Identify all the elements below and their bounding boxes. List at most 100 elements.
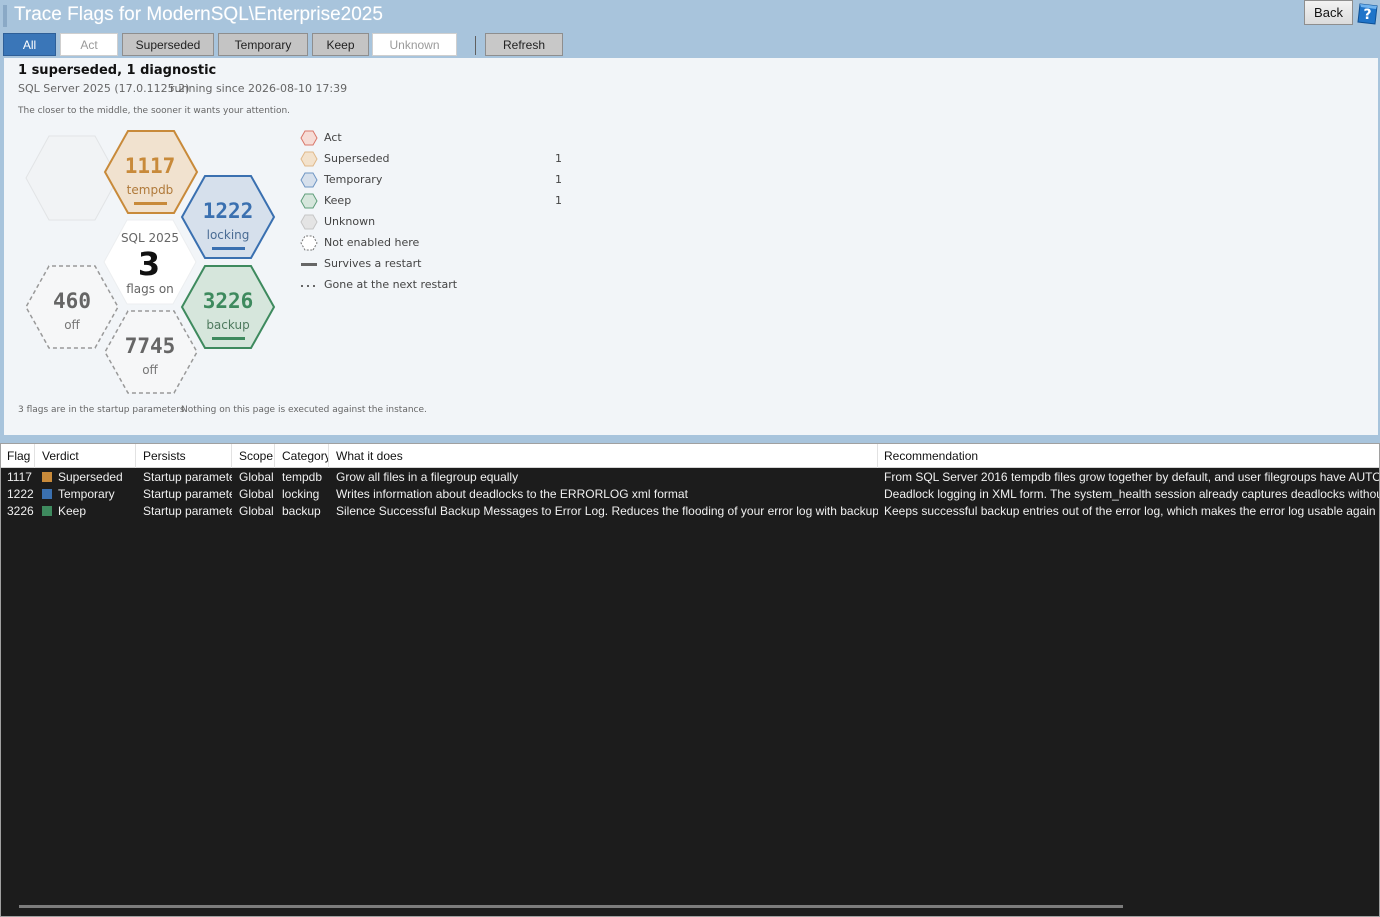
column-header-persists[interactable]: Persists xyxy=(137,444,232,468)
table-row[interactable]: 1222 Temporary Startup parameter Global … xyxy=(1,486,1380,503)
verdict-swatch xyxy=(42,489,52,499)
title-accent xyxy=(3,5,7,27)
column-header-recommendation[interactable]: Recommendation xyxy=(878,444,1379,468)
legend-label: Act xyxy=(324,131,342,144)
legend-label: Temporary xyxy=(324,173,383,186)
filter-keep-button[interactable]: Keep xyxy=(312,33,369,56)
column-header-category[interactable]: Category xyxy=(276,444,329,468)
cell-verdict: Temporary xyxy=(36,486,136,503)
legend-item-superseded: Superseded 1 xyxy=(300,149,580,170)
refresh-button[interactable]: Refresh xyxy=(485,33,563,56)
verdict-swatch xyxy=(42,472,52,482)
persist-line xyxy=(134,202,167,205)
toolbar-separator xyxy=(475,36,476,55)
hex-flag-460[interactable]: 460 off xyxy=(25,265,119,349)
hex-act-icon xyxy=(300,130,318,146)
filter-unknown-button[interactable]: Unknown xyxy=(372,33,457,56)
cell-scope: Global xyxy=(239,487,274,501)
filter-temporary-button[interactable]: Temporary xyxy=(218,33,308,56)
table-row[interactable]: 3226 Keep Startup parameter Global backu… xyxy=(1,503,1379,520)
verdict-text: Temporary xyxy=(58,487,115,501)
legend-label: Unknown xyxy=(324,215,376,228)
legend-item-act: Act xyxy=(300,128,580,149)
cell-category: backup xyxy=(282,504,321,518)
hex-keep-icon xyxy=(300,193,318,209)
hex-unknown-icon xyxy=(300,214,318,230)
cell-persists: Startup parameter xyxy=(143,487,232,501)
cell-what: Silence Successful Backup Messages to Er… xyxy=(336,504,878,518)
column-header-verdict[interactable]: Verdict xyxy=(36,444,136,468)
hex-temporary-icon xyxy=(300,172,318,188)
legend-label: Not enabled here xyxy=(324,236,420,249)
hex-flag-1117[interactable]: 1117 tempdb xyxy=(103,130,199,214)
center-title: SQL 2025 xyxy=(121,231,179,245)
startup-note: 3 flags are in the startup parameters. xyxy=(18,405,188,415)
horizontal-scrollbar[interactable] xyxy=(19,905,1123,908)
cell-persists: Startup parameter xyxy=(143,470,232,484)
legend-count: 1 xyxy=(555,194,562,207)
help-icon[interactable]: ? xyxy=(1356,2,1378,26)
cell-what: Writes information about deadlocks to th… xyxy=(336,487,688,501)
window-title: Trace Flags for ModernSQL\Enterprise2025 xyxy=(14,4,383,25)
hex-unknown-empty xyxy=(25,135,119,221)
legend-item-gone: Gone at the next restart xyxy=(300,275,580,296)
persist-line xyxy=(212,247,245,250)
svg-text:?: ? xyxy=(1363,7,1371,23)
grid-header: Flag Verdict Persists Scope Category Wha… xyxy=(1,444,1379,468)
legend-label: Survives a restart xyxy=(324,257,422,270)
legend-count: 1 xyxy=(555,173,562,186)
center-caption: flags on xyxy=(126,282,174,296)
hex-flag-label: tempdb xyxy=(127,183,174,197)
back-button[interactable]: Back xyxy=(1304,0,1353,25)
summary-panel: 1 superseded, 1 diagnostic SQL Server 20… xyxy=(4,58,1378,435)
hex-flag-1222[interactable]: 1222 locking xyxy=(180,175,276,259)
hex-map: 1117 tempdb 1222 locking SQL 2025 3 flag… xyxy=(25,130,276,394)
cell-verdict: Superseded xyxy=(36,469,136,486)
hex-flag-7745[interactable]: 7745 off xyxy=(104,310,198,394)
hex-flag-label: backup xyxy=(206,318,249,332)
persist-line xyxy=(212,337,245,340)
filter-act-button[interactable]: Act xyxy=(60,33,118,56)
hex-flag-number: 1222 xyxy=(203,199,254,223)
cell-verdict: Keep xyxy=(36,503,136,520)
hex-dashed-icon xyxy=(300,235,318,251)
legend-item-temporary: Temporary 1 xyxy=(300,170,580,191)
read-only-note: Nothing on this page is executed against… xyxy=(181,405,427,415)
cell-recommendation: Deadlock logging in XML form. The system… xyxy=(884,487,1380,501)
solid-line-icon xyxy=(301,263,317,266)
column-header-flag[interactable]: Flag xyxy=(1,444,35,468)
hex-flag-number: 1117 xyxy=(125,154,176,178)
legend-item-not-enabled: Not enabled here xyxy=(300,233,580,254)
cell-flag: 3226 xyxy=(7,504,34,518)
cell-scope: Global xyxy=(239,504,274,518)
flags-grid[interactable]: Flag Verdict Persists Scope Category Wha… xyxy=(0,443,1380,917)
hex-center: SQL 2025 3 flags on xyxy=(103,219,197,305)
legend-label: Gone at the next restart xyxy=(324,278,458,291)
cell-recommendation: From SQL Server 2016 tempdb files grow t… xyxy=(884,470,1380,484)
filter-bar: All Act Superseded Temporary Keep Unknow… xyxy=(0,33,1380,57)
hex-flag-number: 460 xyxy=(53,289,91,313)
legend-count: 1 xyxy=(555,152,562,165)
hex-flag-label: locking xyxy=(207,228,250,242)
title-bar: Trace Flags for ModernSQL\Enterprise2025… xyxy=(0,0,1380,32)
hex-flag-number: 3226 xyxy=(203,289,254,313)
filter-all-button[interactable]: All xyxy=(3,33,56,56)
verdict-text: Keep xyxy=(58,504,87,518)
legend-item-keep: Keep 1 xyxy=(300,191,580,212)
verdict-swatch xyxy=(42,506,52,516)
legend-item-survives: Survives a restart xyxy=(300,254,580,275)
legend-label: Keep xyxy=(324,194,352,207)
center-count: 3 xyxy=(138,245,160,283)
cell-category: tempdb xyxy=(282,470,323,484)
cell-scope: Global xyxy=(239,470,274,484)
cell-recommendation: Keeps successful backup entries out of t… xyxy=(884,504,1379,518)
cell-persists: Startup parameter xyxy=(143,504,232,518)
dotted-line-icon xyxy=(301,285,315,287)
cell-flag: 1222 xyxy=(7,487,34,501)
table-row[interactable]: 1117 Superseded Startup parameter Global… xyxy=(1,469,1380,486)
legend-item-unknown: Unknown xyxy=(300,212,580,233)
column-header-scope[interactable]: Scope xyxy=(233,444,275,468)
column-header-what[interactable]: What it does xyxy=(330,444,878,468)
filter-superseded-button[interactable]: Superseded xyxy=(122,33,214,56)
hex-flag-3226[interactable]: 3226 backup xyxy=(180,265,276,349)
